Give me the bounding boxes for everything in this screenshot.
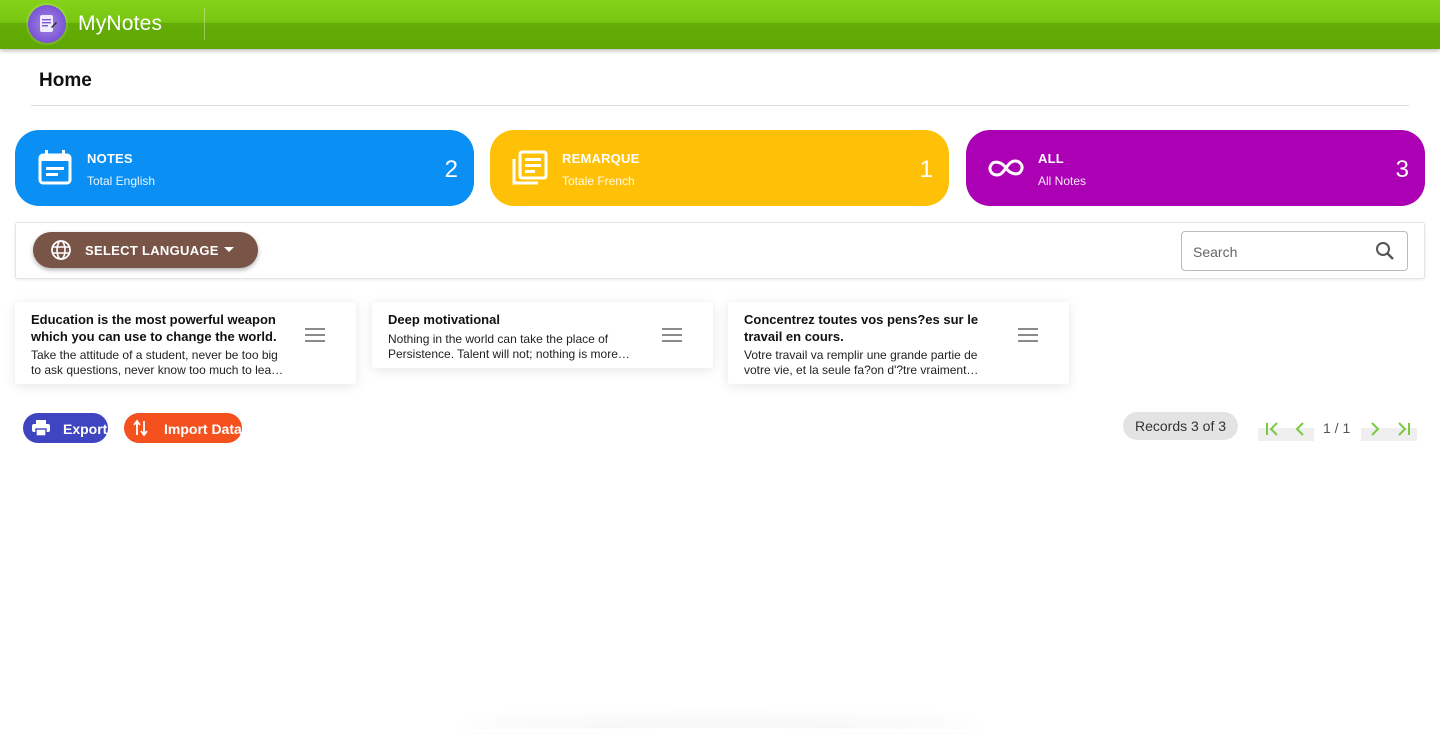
stat-label: REMARQUE xyxy=(562,151,640,166)
note-title: Concentrez toutes vos pens?es sur le tra… xyxy=(744,312,979,344)
last-page-icon[interactable] xyxy=(1389,418,1417,440)
stat-count: 1 xyxy=(919,156,933,183)
note-body: Nothing in the world can take the place … xyxy=(388,332,618,361)
note-title: Education is the most powerful weapon wh… xyxy=(31,312,277,344)
dropdown-caret-icon xyxy=(224,247,234,252)
export-label: Export xyxy=(63,421,108,437)
stat-label: NOTES xyxy=(87,151,133,166)
app-title: MyNotes xyxy=(78,12,163,35)
app-bar: MyNotes xyxy=(0,0,1440,49)
page-indicator: 1 / 1 xyxy=(1323,420,1351,436)
page-title: Home xyxy=(39,70,92,91)
app-logo-icon[interactable] xyxy=(28,5,66,43)
filter-toolbar: SELECT LANGUAGE xyxy=(15,222,1425,279)
import-export-icon xyxy=(133,419,148,437)
search-icon[interactable] xyxy=(1375,241,1395,261)
note-menu-icon[interactable] xyxy=(305,328,325,342)
stat-sublabel: All Notes xyxy=(1038,174,1087,188)
stat-count: 3 xyxy=(1395,156,1409,183)
infinity-icon xyxy=(988,159,1024,177)
stat-card-remarque[interactable]: REMARQUE Totale French 1 xyxy=(490,130,949,206)
stat-count: 2 xyxy=(444,156,458,183)
note-card[interactable]: Deep motivational Nothing in the world c… xyxy=(372,302,713,368)
note-body: Take the attitude of a student, never be… xyxy=(31,348,282,377)
export-button[interactable]: Export xyxy=(23,413,108,443)
next-page-icon[interactable] xyxy=(1361,418,1389,440)
calendar-note-icon xyxy=(38,150,72,185)
note-card[interactable]: Education is the most powerful weapon wh… xyxy=(15,302,356,384)
search-input[interactable] xyxy=(1193,242,1363,262)
records-count-badge: Records 3 of 3 xyxy=(1123,412,1238,440)
stat-card-all[interactable]: ALL All Notes 3 xyxy=(966,130,1425,206)
stat-card-notes[interactable]: NOTES Total English 2 xyxy=(15,130,474,206)
note-menu-icon[interactable] xyxy=(662,328,682,342)
title-divider xyxy=(31,105,1409,106)
stat-sublabel: Total English xyxy=(87,174,156,188)
globe-icon xyxy=(51,240,71,260)
stat-sublabel: Totale French xyxy=(562,174,635,188)
stat-label: ALL xyxy=(1038,151,1064,166)
printer-icon xyxy=(32,420,50,437)
select-language-label: SELECT LANGUAGE xyxy=(85,243,219,258)
note-card[interactable]: Concentrez toutes vos pens?es sur le tra… xyxy=(728,302,1069,384)
previous-page-icon[interactable] xyxy=(1286,418,1314,440)
note-menu-icon[interactable] xyxy=(1018,328,1038,342)
app-bar-divider xyxy=(204,8,205,40)
import-data-button[interactable]: Import Data xyxy=(124,413,242,443)
library-books-icon xyxy=(512,150,548,185)
first-page-icon[interactable] xyxy=(1259,418,1287,440)
note-title: Deep motivational xyxy=(388,312,500,327)
search-field[interactable] xyxy=(1181,231,1408,271)
select-language-button[interactable]: SELECT LANGUAGE xyxy=(33,232,258,268)
bottom-shadow xyxy=(460,728,980,734)
import-data-label: Import Data xyxy=(164,421,242,437)
note-body: Votre travail va remplir une grande part… xyxy=(744,348,978,377)
